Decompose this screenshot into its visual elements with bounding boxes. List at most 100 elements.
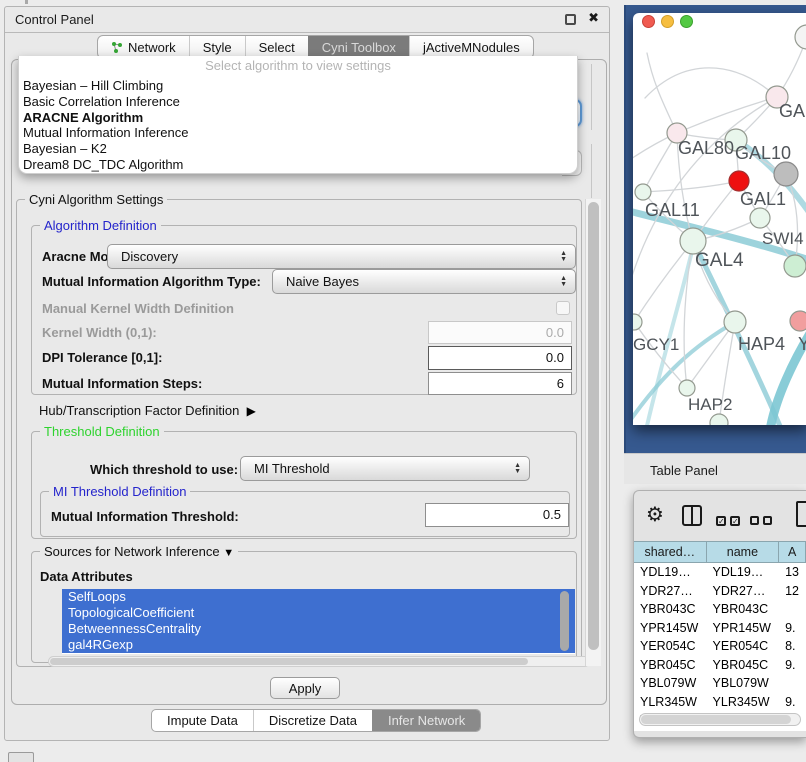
float-window-icon[interactable]	[565, 14, 576, 25]
unchecked-box-icon	[750, 516, 759, 525]
table-row[interactable]: YBL079WYBL079W	[634, 674, 806, 693]
table-cell: YBL079W	[634, 674, 707, 693]
manual-kernel-checkbox[interactable]	[556, 301, 570, 315]
network-node-gal11[interactable]	[635, 184, 651, 200]
network-node[interactable]	[774, 162, 798, 186]
aracne-mode-value: Discovery	[121, 249, 178, 264]
tab-label: Network	[128, 40, 176, 55]
mi-threshold-field[interactable]: 0.5	[425, 503, 569, 527]
table-row[interactable]: YDL19…YDL19…13	[634, 563, 806, 582]
hub-definition-label[interactable]: Hub/Transcription Factor Definition ▶	[39, 403, 256, 418]
column-header-shared-[interactable]: shared…	[634, 542, 707, 562]
network-canvas[interactable]: GALGAL80GAL10GAL11GAL1GAL4SWI4GCY1HAP4YH…	[633, 13, 806, 425]
tab-jactivemnodules[interactable]: jActiveMNodules	[409, 36, 533, 58]
attribute-item-betweennesscentrality[interactable]: BetweennessCentrality	[62, 621, 575, 637]
select-all-icon[interactable]: ✓✓	[716, 511, 744, 529]
table-row[interactable]: YDR27…YDR27…12	[634, 582, 806, 601]
attribute-item-gal4rgexp[interactable]: gal4RGexp	[62, 637, 575, 653]
algorithm-option-aracne-algorithm[interactable]: ARACNE Algorithm	[23, 110, 143, 126]
bottom-tab-impute-data[interactable]: Impute Data	[152, 710, 253, 731]
network-edge[interactable]	[677, 97, 777, 133]
network-view-window[interactable]: GALGAL80GAL10GAL11GAL1GAL4SWI4GCY1HAP4YH…	[633, 13, 806, 425]
network-edge[interactable]	[687, 322, 735, 388]
network-node[interactable]	[729, 171, 749, 191]
gear-icon[interactable]: ⚙	[646, 502, 664, 527]
node-label-gcy1: GCY1	[633, 335, 679, 354]
table-row[interactable]: YLR345WYLR345W9.	[634, 693, 806, 712]
combo-spinner-icon: ▲▼	[560, 276, 567, 288]
column-header-name[interactable]: name	[707, 542, 780, 562]
network-node-gal1[interactable]	[750, 208, 770, 228]
bottom-tab-discretize-data[interactable]: Discretize Data	[253, 710, 372, 731]
network-node-hap4[interactable]	[724, 311, 746, 333]
attribute-list-scrollbar[interactable]	[560, 591, 569, 651]
threshold-definition-group: Threshold Definition Which threshold to …	[31, 431, 577, 539]
kernel-width-label: Kernel Width (0,1):	[42, 325, 157, 340]
table-row[interactable]: YPR145WYPR145W9.	[634, 619, 806, 638]
settings-vertical-scrollbar[interactable]	[585, 199, 601, 666]
table-body: YDL19…YDL19…13YDR27…YDR27…12YBR043CYBR04…	[634, 563, 806, 731]
sources-group-title[interactable]: Sources for Network Inference ▼	[40, 544, 238, 559]
deselect-all-icon[interactable]	[750, 512, 776, 530]
table-cell	[779, 600, 806, 619]
node-label-y: Y	[798, 334, 806, 354]
tab-cyni-toolbox[interactable]: Cyni Toolbox	[308, 36, 409, 58]
network-node[interactable]	[710, 414, 728, 425]
split-view-icon[interactable]	[682, 505, 702, 526]
data-attributes-list[interactable]: SelfLoopsTopologicalCoefficientBetweenne…	[62, 589, 575, 654]
mi-type-combobox[interactable]: Naive Bayes ▲▼	[272, 269, 576, 294]
network-node[interactable]	[795, 25, 806, 49]
which-threshold-label: Which threshold to use:	[90, 462, 238, 477]
table-row[interactable]: YBR045CYBR045C9.	[634, 656, 806, 675]
algorithm-option-mutual-information-inference[interactable]: Mutual Information Inference	[23, 125, 188, 141]
table-cell: YBL079W	[707, 674, 780, 693]
table-row[interactable]: YBR043CYBR043C	[634, 600, 806, 619]
algorithm-option-dream8-dc-tdc-algorithm[interactable]: Dream8 DC_TDC Algorithm	[23, 157, 183, 173]
dpi-tolerance-field[interactable]: 0.0	[428, 346, 572, 370]
algorithm-option-bayesian-k2[interactable]: Bayesian – K2	[23, 141, 107, 157]
column-header-a[interactable]: A	[779, 542, 806, 562]
combo-spinner-icon: ▲▼	[514, 463, 521, 475]
table-cell: YDL19…	[707, 563, 780, 582]
network-edge[interactable]	[645, 68, 777, 98]
network-node-gcy1[interactable]	[633, 314, 642, 330]
table-cell: YER054C	[707, 637, 780, 656]
popup-prompt: Select algorithm to view settings	[19, 58, 577, 73]
attribute-item-topologicalcoefficient[interactable]: TopologicalCoefficient	[62, 605, 575, 621]
mi-threshold-group-title: MI Threshold Definition	[49, 484, 190, 499]
attribute-item-selfloops[interactable]: SelfLoops	[62, 589, 575, 605]
table-horizontal-scrollbar[interactable]	[639, 713, 801, 726]
table-row[interactable]: YER054CYER054C8.	[634, 637, 806, 656]
mi-steps-field[interactable]: 6	[428, 372, 572, 395]
table-cell: YDL19…	[634, 563, 707, 582]
algorithm-option-basic-correlation-inference[interactable]: Basic Correlation Inference	[23, 94, 180, 110]
close-icon[interactable]: ✖	[588, 10, 599, 26]
which-threshold-combobox[interactable]: MI Threshold ▲▼	[240, 456, 530, 481]
panel-title: Control Panel	[15, 12, 94, 27]
apply-button[interactable]: Apply	[270, 677, 340, 699]
checked-box-icon: ✓	[730, 516, 740, 526]
network-node-hap2[interactable]	[679, 380, 695, 396]
table-cell: YDR27…	[634, 582, 707, 601]
sources-horizontal-scrollbar[interactable]	[48, 656, 590, 667]
tab-network[interactable]: Network	[98, 36, 189, 58]
cyni-algorithm-settings-group: Cyni Algorithm Settings Algorithm Defini…	[16, 199, 582, 667]
network-node[interactable]	[784, 255, 806, 277]
network-edge[interactable]	[643, 181, 739, 192]
tab-label: Style	[203, 40, 232, 55]
hidden-groupbox-edge	[591, 64, 592, 130]
algorithm-definition-title: Algorithm Definition	[40, 218, 161, 233]
network-node-y[interactable]	[790, 311, 806, 331]
network-icon	[111, 41, 123, 53]
algorithm-option-bayesian-hill-climbing[interactable]: Bayesian – Hill Climbing	[23, 78, 163, 94]
kernel-width-field[interactable]: 0.0	[428, 321, 572, 344]
tab-select[interactable]: Select	[245, 36, 308, 58]
table-cell	[779, 674, 806, 693]
tab-style[interactable]: Style	[189, 36, 245, 58]
threshold-definition-title: Threshold Definition	[40, 424, 164, 439]
new-column-icon[interactable]	[796, 501, 806, 527]
network-desktop: GALGAL80GAL10GAL11GAL1GAL4SWI4GCY1HAP4YH…	[624, 5, 806, 453]
bottom-tab-infer-network[interactable]: Infer Network	[372, 710, 480, 731]
network-edge[interactable]	[647, 53, 677, 133]
aracne-mode-combobox[interactable]: Discovery ▲▼	[107, 244, 576, 269]
